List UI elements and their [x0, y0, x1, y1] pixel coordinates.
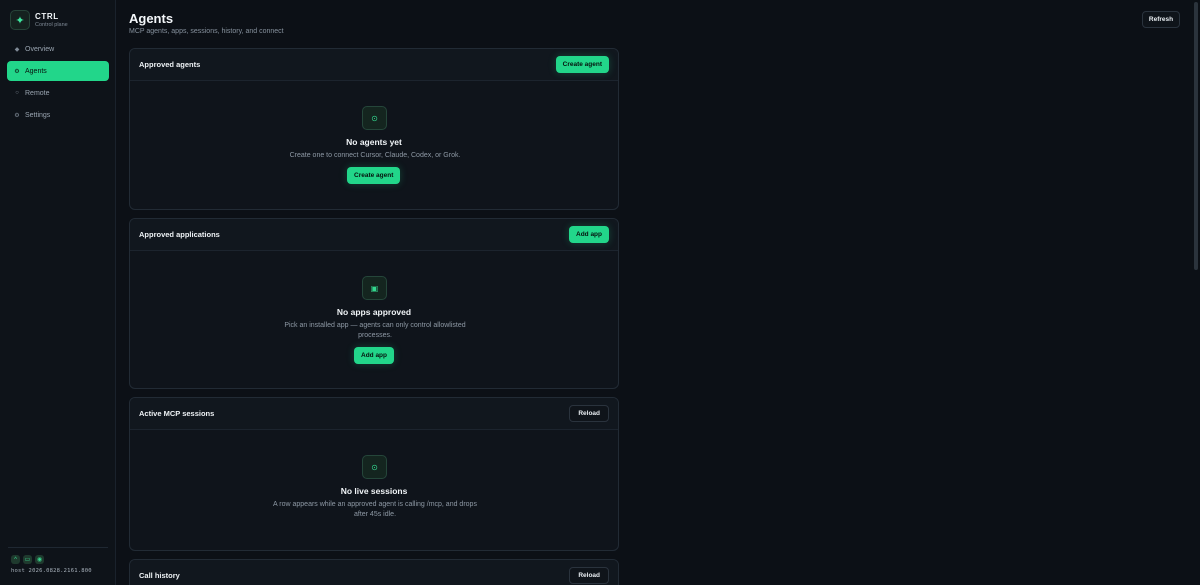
sidebar-item-label: Settings	[25, 111, 51, 119]
eye-icon[interactable]: ◉	[35, 555, 44, 564]
approved-applications-card: Approved applications Add app ▣ No apps …	[129, 218, 619, 389]
reload-sessions-button[interactable]: Reload	[569, 405, 609, 422]
brand[interactable]: ✦ CTRL Control plane	[10, 10, 68, 30]
call-history-card: Call history Reload	[129, 559, 619, 585]
sparkle-icon: ✦	[10, 10, 30, 30]
gear-icon: ⚙	[14, 68, 20, 75]
add-app-empty-button[interactable]: Add app	[354, 347, 394, 364]
empty-title: No agents yet	[346, 137, 402, 147]
empty-title: No live sessions	[340, 486, 408, 496]
card-title: Active MCP sessions	[139, 409, 215, 418]
sidebar-item-overview[interactable]: ◆ Overview	[7, 39, 109, 59]
sidebar-item-label: Agents	[25, 67, 47, 75]
card-title: Approved agents	[139, 60, 201, 69]
create-agent-empty-button[interactable]: Create agent	[347, 167, 401, 184]
empty-description: Pick an installed app — agents can only …	[284, 322, 466, 339]
session-icon: ⊙	[362, 455, 387, 479]
page-scrollbar[interactable]	[1193, 0, 1199, 585]
page-title: Agents	[129, 11, 174, 26]
host-version: host 2026.0828.2161.800	[11, 568, 92, 574]
settings-icon: ⚙	[14, 112, 20, 119]
agent-icon: ⊙	[362, 106, 387, 130]
scroll-thumb[interactable]	[1194, 2, 1198, 270]
reload-history-button[interactable]: Reload	[569, 567, 609, 584]
app-icon: ▣	[362, 276, 387, 300]
sidebar-item-label: Overview	[25, 45, 55, 53]
chevron-up-icon[interactable]: ^	[11, 555, 20, 564]
diamond-icon: ◆	[14, 46, 20, 53]
empty-title: No apps approved	[336, 307, 412, 317]
brand-subtitle: Control plane	[35, 21, 68, 28]
refresh-button[interactable]: Refresh	[1142, 11, 1180, 28]
active-sessions-card: Active MCP sessions Reload ⊙ No live ses…	[129, 397, 619, 551]
brand-name: CTRL	[35, 11, 59, 21]
create-agent-button[interactable]: Create agent	[555, 56, 609, 73]
card-title: Call history	[139, 571, 180, 580]
sidebar-nav: ◆ Overview ⚙ Agents ○ Remote ⚙ Settings	[7, 39, 109, 127]
sidebar: ✦ CTRL Control plane ◆ Overview ⚙ Agents…	[0, 0, 116, 585]
card-title: Approved applications	[139, 230, 220, 239]
sidebar-item-agents[interactable]: ⚙ Agents	[7, 61, 109, 81]
sidebar-item-label: Remote	[25, 89, 50, 97]
page-subtitle: MCP agents, apps, sessions, history, and…	[129, 28, 284, 35]
circle-icon: ○	[15, 90, 19, 96]
sidebar-divider	[8, 547, 108, 548]
approved-agents-card: Approved agents Create agent ⊙ No agents…	[129, 48, 619, 210]
monitor-icon[interactable]: ▭	[23, 555, 32, 564]
add-app-button[interactable]: Add app	[569, 226, 609, 243]
empty-description: Create one to connect Cursor, Claude, Co…	[289, 152, 461, 159]
empty-description: A row appears while an approved agent is…	[273, 501, 477, 518]
sidebar-item-settings[interactable]: ⚙ Settings	[7, 105, 109, 125]
sidebar-item-remote[interactable]: ○ Remote	[7, 83, 109, 103]
sidebar-status-icons: ^ ▭ ◉	[11, 555, 44, 564]
